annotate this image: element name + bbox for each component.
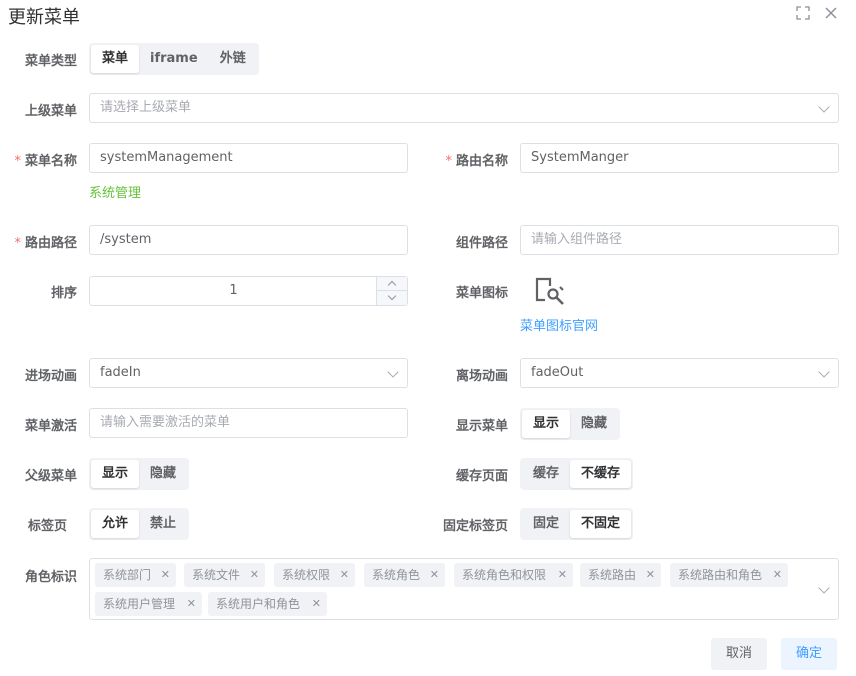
menu-type-label: 菜单类型 (24, 54, 77, 69)
route-path-label: * 路由路径 (14, 236, 77, 251)
update-menu-dialog: 更新菜单 菜单类型 菜单 iframe 外链 上级菜单 请选择上级菜单 * 菜单名… (0, 0, 856, 676)
enter-animation-select[interactable]: fadeIn (89, 358, 408, 388)
parent-menu-label: 上级菜单 (24, 104, 77, 119)
roles-multi-select[interactable]: 系统部门 ✕ 系统文件 ✕ 系统权限 ✕ 系统角色 ✕ 系统角色和权限 ✕ 系统路由 ✕ 系… (89, 558, 839, 620)
menu-type-option-menu[interactable]: 菜单 (91, 45, 140, 73)
route-name-input[interactable]: SystemManger (520, 143, 839, 173)
confirm-button[interactable]: 确定 (781, 638, 838, 670)
role-tag: 系统部门 ✕ (95, 563, 176, 587)
sort-number-input[interactable]: 1 (89, 276, 408, 306)
close-icon[interactable]: ✕ (558, 563, 567, 587)
parent-show-label: 父级菜单 (24, 469, 77, 484)
dialog-title: 更新菜单 (8, 7, 80, 28)
parent-show-option-hide[interactable]: 隐藏 (139, 460, 187, 488)
parent-show-option-show[interactable]: 显示 (91, 460, 140, 488)
menu-name-hint: 系统管理 (89, 186, 142, 201)
increment-button[interactable] (376, 277, 407, 291)
cache-page-option-nocache[interactable]: 不缓存 (570, 460, 632, 488)
menu-type-segmented: 菜单 iframe 外链 (89, 43, 259, 75)
tab-page-option-forbid[interactable]: 禁止 (139, 510, 187, 538)
menu-active-label: 菜单激活 (24, 419, 77, 434)
fixed-tab-option-fixed[interactable]: 固定 (522, 510, 570, 538)
chevron-down-icon (387, 366, 399, 378)
enter-animation-value: fadeIn (100, 365, 141, 380)
close-icon[interactable]: ✕ (250, 563, 259, 587)
show-menu-option-hide[interactable]: 隐藏 (570, 410, 618, 438)
menu-name-label: * 菜单名称 (14, 154, 77, 169)
leave-animation-label: 离场动画 (455, 369, 508, 384)
route-name-label: * 路由名称 (445, 154, 508, 169)
close-icon[interactable]: ✕ (187, 592, 196, 616)
close-icon[interactable]: ✕ (773, 563, 782, 587)
sort-value: 1 (229, 283, 238, 298)
role-tag: 系统路由 ✕ (580, 563, 661, 587)
menu-icon-site-link[interactable]: 菜单图标官网 (520, 315, 598, 334)
show-menu-option-show[interactable]: 显示 (522, 410, 571, 438)
tab-page-label: 标签页 (27, 519, 67, 534)
chevron-down-icon (818, 366, 830, 378)
parent-menu-select[interactable]: 请选择上级菜单 (89, 93, 839, 123)
decrement-button[interactable] (376, 291, 407, 305)
close-icon[interactable]: ✕ (161, 563, 170, 587)
roles-label: 角色标识 (24, 570, 77, 585)
parent-show-segmented: 显示 隐藏 (89, 458, 190, 490)
leave-animation-select[interactable]: fadeOut (520, 358, 839, 388)
settings-wrench-icon[interactable] (534, 275, 566, 307)
chevron-down-icon (818, 582, 830, 594)
fixed-tab-option-unfixed[interactable]: 不固定 (570, 510, 632, 538)
component-path-input[interactable]: 请输入组件路径 (520, 225, 839, 255)
fixed-tab-segmented: 固定 不固定 (520, 508, 634, 540)
cache-page-option-cache[interactable]: 缓存 (522, 460, 570, 488)
tab-page-segmented: 允许 禁止 (89, 508, 190, 540)
fixed-tab-label: 固定标签页 (442, 519, 508, 534)
role-tag: 系统文件 ✕ (184, 563, 265, 587)
cancel-button[interactable]: 取消 (711, 638, 768, 670)
show-menu-segmented: 显示 隐藏 (520, 408, 621, 440)
show-menu-label: 显示菜单 (455, 419, 508, 434)
close-icon[interactable]: ✕ (312, 592, 321, 616)
role-tag: 系统角色和权限 ✕ (454, 563, 573, 587)
leave-animation-value: fadeOut (531, 365, 584, 380)
role-tag: 系统路由和角色 ✕ (670, 563, 788, 587)
chevron-down-icon (387, 291, 397, 301)
role-tag: 系统角色 ✕ (364, 563, 445, 587)
menu-type-option-link[interactable]: 外链 (209, 45, 257, 73)
route-path-input[interactable]: /system (89, 225, 408, 255)
enter-animation-label: 进场动画 (24, 369, 77, 384)
role-tag: 系统权限 ✕ (274, 563, 355, 587)
fullscreen-icon[interactable] (795, 6, 811, 22)
cache-page-segmented: 缓存 不缓存 (520, 458, 634, 490)
menu-active-input[interactable]: 请输入需要激活的菜单 (89, 408, 408, 438)
close-icon[interactable] (823, 6, 839, 22)
menu-name-input[interactable]: systemManagement (89, 143, 408, 173)
component-path-label: 组件路径 (455, 236, 508, 251)
close-icon[interactable]: ✕ (646, 563, 655, 587)
sort-label: 排序 (50, 286, 77, 301)
chevron-down-icon (818, 101, 830, 113)
cache-page-label: 缓存页面 (455, 469, 508, 484)
tab-page-option-allow[interactable]: 允许 (91, 510, 140, 538)
role-tag: 系统用户管理 ✕ (95, 592, 202, 616)
role-tag: 系统用户和角色 ✕ (208, 592, 327, 616)
close-icon[interactable]: ✕ (340, 563, 349, 587)
menu-icon-label: 菜单图标 (455, 286, 508, 301)
chevron-up-icon (387, 280, 397, 290)
parent-menu-placeholder: 请选择上级菜单 (100, 100, 192, 115)
menu-type-option-iframe[interactable]: iframe (139, 45, 209, 73)
close-icon[interactable]: ✕ (430, 563, 439, 587)
